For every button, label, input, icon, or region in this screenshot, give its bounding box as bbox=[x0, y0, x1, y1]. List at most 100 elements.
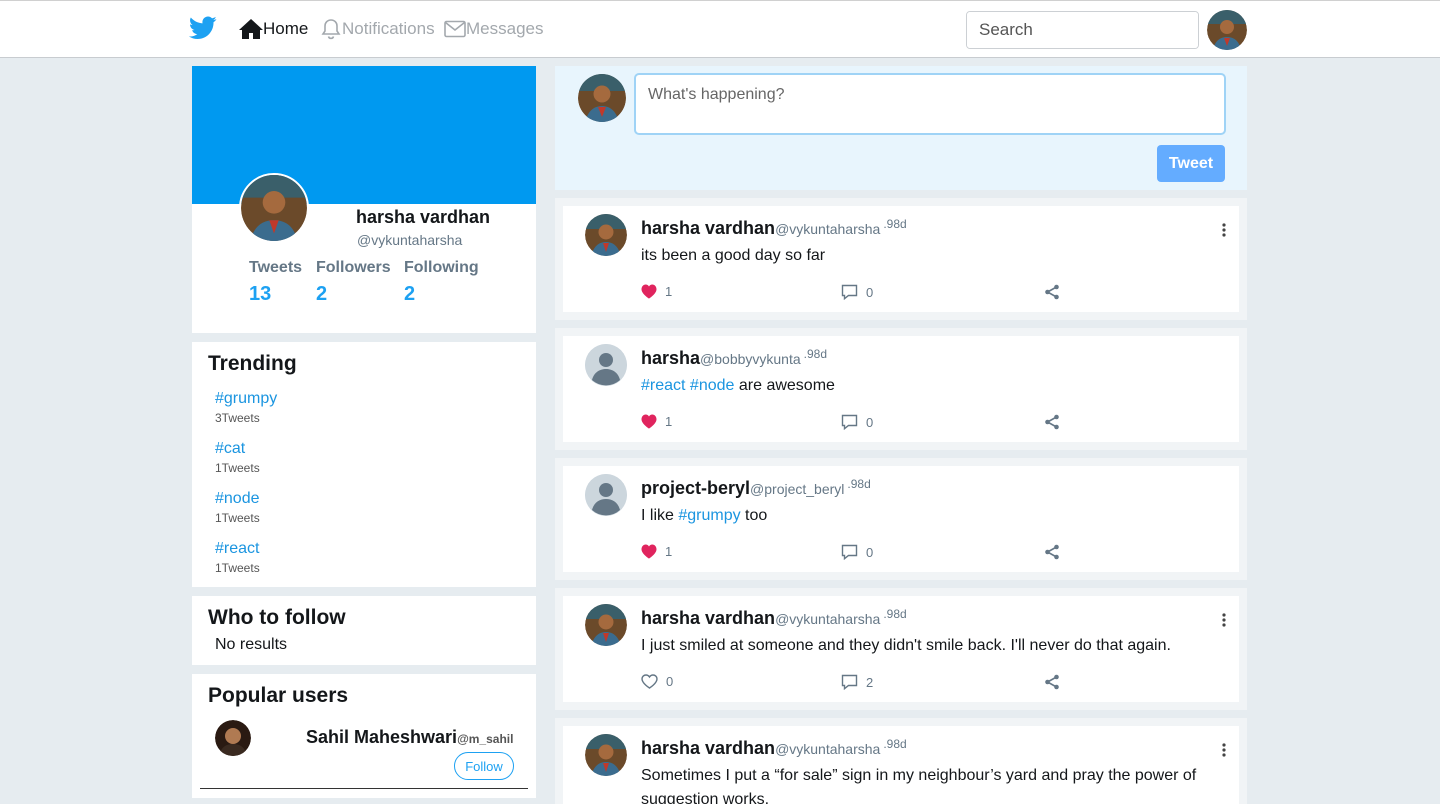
hashtag-link[interactable]: #react bbox=[641, 377, 685, 394]
tweet-author-avatar[interactable] bbox=[585, 344, 627, 386]
like-count: 0 bbox=[666, 674, 674, 689]
tweet-card: harsha vardhan@vykuntaharsha .98d its been… bbox=[555, 198, 1247, 320]
compose-avatar bbox=[578, 74, 626, 122]
trend-item: #cat 1Tweets bbox=[215, 440, 260, 475]
hashtag-link[interactable]: #grumpy bbox=[678, 507, 740, 524]
reply-button[interactable]: 0 bbox=[841, 284, 873, 300]
who-to-follow-card: Who to follow No results bbox=[192, 596, 536, 665]
tweet-timestamp: .98d bbox=[847, 477, 871, 491]
tweet-author-handle: @vykuntaharsha bbox=[775, 611, 881, 627]
comment-icon bbox=[841, 544, 858, 560]
tweet-text: I just smiled at someone and they didn't… bbox=[641, 634, 1211, 658]
more-options-icon[interactable] bbox=[1221, 612, 1227, 628]
trend-item: #react 1Tweets bbox=[215, 540, 260, 575]
stat-value: 2 bbox=[316, 283, 328, 305]
tweet-actions: 10 bbox=[641, 284, 1081, 304]
comment-icon bbox=[841, 284, 858, 300]
tweet-author-avatar[interactable] bbox=[585, 604, 627, 646]
share-icon bbox=[1045, 284, 1059, 300]
like-button[interactable]: 1 bbox=[641, 544, 672, 559]
search-box bbox=[966, 11, 1199, 49]
tweet-text: I like #grumpy too bbox=[641, 504, 1211, 528]
nav-messages-link[interactable]: Messages bbox=[444, 15, 543, 43]
stat-label: Tweets bbox=[249, 259, 303, 276]
popular-user-name[interactable]: Sahil Maheshwari@m_sahil bbox=[306, 727, 513, 748]
heart-icon bbox=[641, 544, 657, 559]
more-options-icon[interactable] bbox=[1221, 222, 1227, 238]
trend-tag-link[interactable]: #node bbox=[215, 490, 260, 508]
trending-title: Trending bbox=[208, 352, 297, 375]
trend-tag-link[interactable]: #grumpy bbox=[215, 390, 277, 408]
hashtag-link[interactable]: #node bbox=[690, 377, 735, 394]
tweet-actions: 10 bbox=[641, 544, 1081, 564]
compose-textarea[interactable] bbox=[634, 73, 1226, 135]
trend-count: 3Tweets bbox=[215, 411, 260, 425]
share-icon bbox=[1045, 544, 1059, 560]
trend-tag-link[interactable]: #cat bbox=[215, 440, 260, 458]
search-input[interactable] bbox=[967, 12, 1198, 48]
tweet-author-name[interactable]: harsha vardhan bbox=[641, 738, 775, 758]
compose-tweet: Tweet bbox=[555, 66, 1247, 190]
share-button[interactable] bbox=[1044, 284, 1060, 300]
stat-label: Following bbox=[404, 259, 479, 276]
share-button[interactable] bbox=[1044, 414, 1060, 430]
nav-notifications-link[interactable]: Notifications bbox=[320, 15, 435, 43]
like-button[interactable]: 0 bbox=[641, 674, 673, 689]
nav-home-label: Home bbox=[263, 19, 309, 38]
tweet-text-segment: I just smiled at someone and they didn't… bbox=[641, 637, 1171, 654]
stat-value: 2 bbox=[404, 283, 416, 305]
stat-following[interactable]: Following 2 bbox=[404, 259, 479, 306]
envelope-icon bbox=[444, 20, 466, 38]
more-options-icon[interactable] bbox=[1221, 742, 1227, 758]
reply-button[interactable]: 0 bbox=[841, 544, 873, 560]
popular-users-card: Popular users Sahil Maheshwari@m_sahil F… bbox=[192, 674, 536, 798]
stat-tweets[interactable]: Tweets 13 bbox=[249, 259, 302, 306]
profile-handle: @vykuntaharsha bbox=[357, 232, 463, 248]
tweet-button[interactable]: Tweet bbox=[1157, 145, 1225, 182]
share-button[interactable] bbox=[1044, 544, 1060, 560]
tweet-text-segment: its been a good day so far bbox=[641, 247, 826, 264]
tweet-author-name[interactable]: harsha vardhan bbox=[641, 608, 775, 628]
tweet-author-name[interactable]: project-beryl bbox=[641, 478, 750, 498]
tweet-text-segment: I like bbox=[641, 507, 679, 524]
heart-outline-icon bbox=[641, 674, 658, 689]
tweet-header: harsha vardhan@vykuntaharsha .98d bbox=[641, 217, 907, 239]
reply-count: 0 bbox=[866, 284, 874, 300]
tweet-author-name[interactable]: harsha vardhan bbox=[641, 218, 775, 238]
tweet-timestamp: .98d bbox=[883, 607, 907, 621]
like-button[interactable]: 1 bbox=[641, 284, 672, 299]
tweet-author-avatar[interactable] bbox=[585, 214, 627, 256]
reply-count: 0 bbox=[866, 544, 874, 560]
trend-tag-link[interactable]: #react bbox=[215, 540, 260, 558]
tweet-text: its been a good day so far bbox=[641, 244, 1211, 268]
reply-count: 0 bbox=[866, 414, 874, 430]
no-results-text: No results bbox=[215, 636, 288, 653]
heart-icon bbox=[641, 284, 657, 299]
tweet-card: project-beryl@project_beryl .98d I like #g… bbox=[555, 458, 1247, 580]
tweet-timestamp: .98d bbox=[883, 737, 907, 751]
reply-count: 2 bbox=[866, 674, 874, 690]
tweet-author-avatar[interactable] bbox=[585, 474, 627, 516]
share-button[interactable] bbox=[1044, 674, 1060, 690]
tweet-actions: 02 bbox=[641, 674, 1081, 694]
popular-user-avatar[interactable] bbox=[215, 720, 251, 756]
tweet-author-name[interactable]: harsha bbox=[641, 348, 700, 368]
tweet-author-avatar[interactable] bbox=[585, 734, 627, 776]
reply-button[interactable]: 2 bbox=[841, 674, 873, 690]
follow-button[interactable]: Follow bbox=[454, 752, 514, 780]
stat-followers[interactable]: Followers 2 bbox=[316, 259, 391, 306]
profile-avatar[interactable] bbox=[239, 173, 309, 243]
tweet-header: harsha@bobbyvykunta .98d bbox=[641, 347, 827, 369]
tweet-text-segment: too bbox=[740, 507, 768, 524]
nav-notifications-label: Notifications bbox=[342, 19, 435, 38]
nav-home-link[interactable]: Home bbox=[239, 15, 308, 43]
user-avatar[interactable] bbox=[1207, 10, 1247, 50]
popular-user-handle: @m_sahil bbox=[457, 732, 514, 746]
profile-name[interactable]: harsha vardhan bbox=[356, 207, 490, 228]
tweet-text-segment: are awesome bbox=[734, 377, 835, 394]
tweet-author-handle: @project_beryl bbox=[750, 481, 845, 497]
twitter-logo-icon[interactable] bbox=[189, 15, 217, 41]
reply-button[interactable]: 0 bbox=[841, 414, 873, 430]
tweet-text-segment: Sometimes I put a “for sale” sign in my … bbox=[641, 767, 1197, 804]
like-button[interactable]: 1 bbox=[641, 414, 672, 429]
